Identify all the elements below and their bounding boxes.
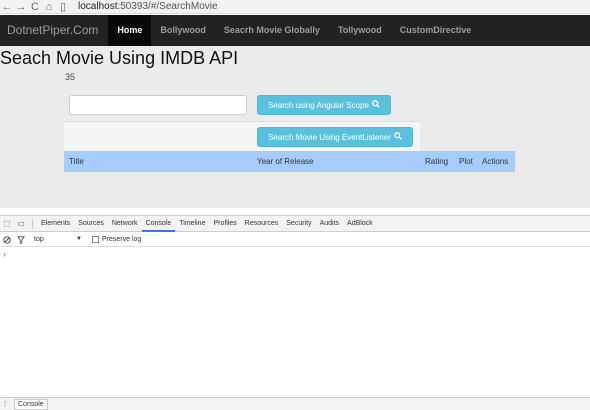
- column-actions: Actions: [482, 157, 509, 166]
- results-table-header: Title Year of Release Rating Plot Action…: [64, 151, 515, 172]
- search-input[interactable]: [69, 95, 247, 115]
- drawer-menu-icon[interactable]: ⋮: [0, 400, 10, 408]
- console-toolbar: top ▼ Preserve log: [0, 233, 590, 247]
- brand-link[interactable]: DotnetPiper.Com: [0, 15, 108, 46]
- tab-resources[interactable]: Resources: [241, 216, 282, 232]
- tab-sources[interactable]: Sources: [74, 216, 108, 232]
- column-plot: Plot: [459, 157, 473, 166]
- tab-profiles[interactable]: Profiles: [209, 216, 240, 232]
- reload-icon[interactable]: C: [28, 0, 42, 14]
- forward-arrow-icon[interactable]: →: [14, 0, 28, 14]
- url-path: :50393/#/SearchMovie: [117, 1, 218, 12]
- search-icon: [394, 132, 402, 142]
- search-eventlistener-label: Search Movie Using EventListener: [268, 132, 391, 142]
- nav-item-search-globally[interactable]: Seacrh Movie Globally: [215, 15, 329, 46]
- devtools-panel: ⬚ ▭ Elements Sources Network Console Tim…: [0, 215, 590, 410]
- tab-elements[interactable]: Elements: [37, 216, 74, 232]
- column-rating: Rating: [425, 157, 449, 166]
- column-title: Title: [69, 157, 84, 166]
- tab-audits[interactable]: Audits: [316, 216, 343, 232]
- page-content: Seach Movie Using IMDB API 35 Search usi…: [0, 46, 590, 208]
- home-icon[interactable]: ⌂: [42, 0, 56, 14]
- result-count: 35: [65, 72, 76, 82]
- top-navbar: DotnetPiper.Com Home Bollywood Seacrh Mo…: [0, 15, 590, 46]
- divider: [32, 218, 33, 229]
- tab-timeline[interactable]: Timeline: [175, 216, 209, 232]
- filter-icon[interactable]: [14, 232, 28, 248]
- tab-adblock[interactable]: AdBlock: [343, 216, 377, 232]
- search-panel: Search using Angular Scope Search Movie …: [64, 89, 420, 153]
- clear-console-icon[interactable]: [0, 232, 14, 248]
- search-angular-scope-label: Search using Angular Scope: [268, 100, 369, 110]
- browser-toolbar: ← → C ⌂ ▯ localhost:50393/#/SearchMovie: [0, 0, 590, 14]
- address-bar[interactable]: localhost:50393/#/SearchMovie: [78, 1, 218, 12]
- preserve-log-checkbox[interactable]: [92, 236, 99, 243]
- page-title: Seach Movie Using IMDB API: [0, 48, 239, 68]
- tab-network[interactable]: Network: [108, 216, 142, 232]
- inspect-element-icon[interactable]: ⬚: [0, 216, 14, 232]
- tab-console[interactable]: Console: [141, 216, 176, 232]
- preserve-log-label: Preserve log: [102, 236, 142, 243]
- console-prompt[interactable]: ›: [3, 249, 6, 259]
- search-icon: [372, 100, 380, 110]
- context-select[interactable]: top ▼: [34, 236, 82, 243]
- devtools-tabbar: ⬚ ▭ Elements Sources Network Console Tim…: [0, 216, 590, 232]
- devtools-drawer: ⋮ Console: [0, 397, 590, 410]
- page-icon: ▯: [59, 1, 67, 13]
- context-value: top: [34, 236, 44, 243]
- search-angular-scope-button[interactable]: Search using Angular Scope: [257, 95, 391, 115]
- nav-item-tollywood[interactable]: Tollywood: [329, 15, 391, 46]
- search-row: Search using Angular Scope: [64, 89, 420, 122]
- event-row: Search Movie Using EventListener: [64, 122, 420, 153]
- column-year: Year of Release: [257, 157, 314, 166]
- drawer-tab-console[interactable]: Console: [14, 398, 48, 410]
- back-arrow-icon[interactable]: ←: [0, 0, 14, 14]
- device-mode-icon[interactable]: ▭: [14, 216, 28, 232]
- tab-security[interactable]: Security: [282, 216, 315, 232]
- nav-item-custom-directive[interactable]: CustomDirective: [391, 15, 481, 46]
- nav-item-home[interactable]: Home: [108, 15, 152, 46]
- search-eventlistener-button[interactable]: Search Movie Using EventListener: [257, 127, 413, 147]
- chevron-down-icon: ▼: [76, 236, 82, 242]
- url-host: localhost: [78, 1, 118, 12]
- nav-item-bollywood[interactable]: Bollywood: [151, 15, 215, 46]
